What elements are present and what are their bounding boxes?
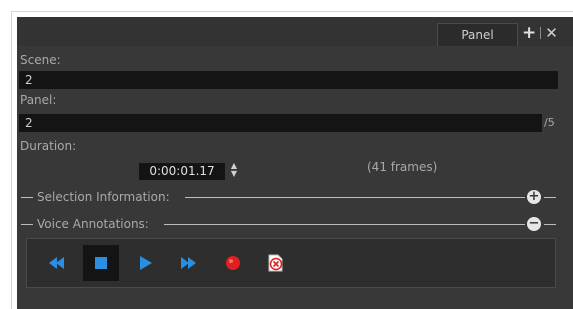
selection-information-section: Selection Information: + [17,189,573,205]
add-view-icon[interactable]: + [522,23,536,43]
voice-annotations-section: Voice Annotations: − [17,216,573,232]
tab-controls: + ✕ [522,23,558,43]
duration-field[interactable]: 0:00:01.17 [139,163,225,180]
play-button[interactable] [127,245,163,281]
stop-button[interactable] [83,245,119,281]
close-icon[interactable]: ✕ [545,23,558,43]
fast-forward-icon [181,257,196,269]
section-divider [544,224,556,225]
delete-annotation-button[interactable] [257,245,293,281]
tab-controls-separator [540,27,542,39]
fast-forward-button[interactable] [171,245,207,281]
voice-annotation-toolbar [26,238,556,288]
panel-field[interactable]: 2 [19,114,542,132]
tab-bar: Panel + ✕ [17,17,573,46]
rewind-icon [49,257,64,269]
panel-view: Panel + ✕ Scene: 2 Panel: 2 /5 Duration:… [17,17,573,309]
record-button[interactable] [215,245,251,281]
section-divider [21,197,33,198]
voice-annotations-label: Voice Annotations: [37,217,149,231]
panel-count: /5 [544,116,555,129]
delete-annotation-icon [268,254,283,272]
stop-icon [95,257,107,269]
collapse-minus-icon[interactable]: − [527,217,541,231]
scene-field[interactable]: 2 [19,71,558,89]
duration-frames: (41 frames) [367,160,438,174]
tab-panel[interactable]: Panel [437,23,518,46]
expand-plus-icon[interactable]: + [527,190,541,204]
record-icon [226,256,240,270]
duration-label: Duration: [20,139,77,153]
play-icon [140,256,152,270]
duration-stepper[interactable]: ▲ ▼ [229,162,239,180]
scene-label: Scene: [20,53,61,67]
panel-label: Panel: [20,93,57,107]
section-divider [164,224,525,225]
rewind-button[interactable] [39,245,75,281]
section-divider [21,224,33,225]
stepper-down-icon[interactable]: ▼ [229,170,239,178]
selection-information-label: Selection Information: [37,190,170,204]
section-divider [544,197,556,198]
section-divider [185,197,525,198]
